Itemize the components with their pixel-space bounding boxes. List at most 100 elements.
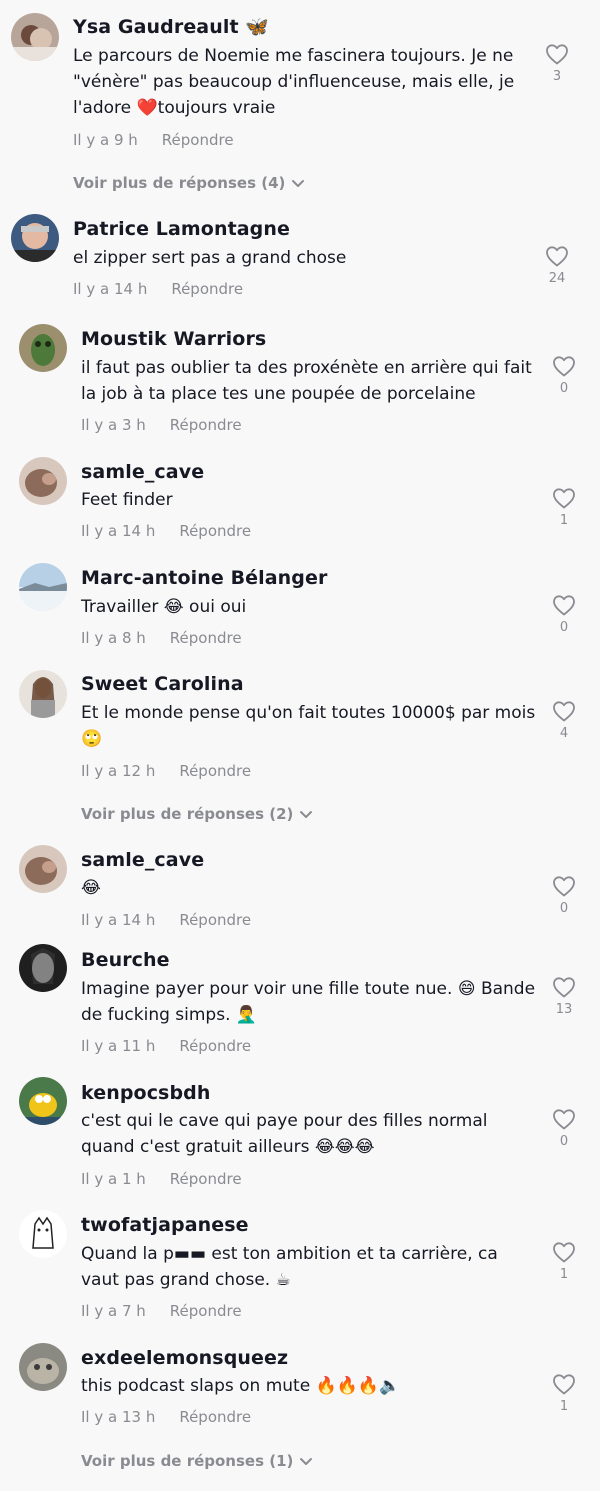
view-more-replies-label: Voir plus de réponses (4) (73, 174, 286, 192)
comment-text: c'est qui le cave qui paye pour des fill… (81, 1111, 488, 1157)
comment-username[interactable]: Marc-antoine Bélanger (81, 567, 327, 589)
like-button[interactable]: 0 (544, 594, 584, 635)
comment-time: Il y a 9 h (73, 131, 138, 149)
comment-username[interactable]: twofatjapanese (81, 1214, 249, 1236)
chevron-down-icon (300, 810, 313, 818)
like-button[interactable]: 1 (544, 1373, 584, 1414)
comment-meta: Il y a 14 h Répondre (81, 522, 251, 540)
comment-time: Il y a 13 h (81, 1408, 156, 1426)
like-count: 0 (559, 901, 569, 916)
like-count: 0 (559, 1134, 569, 1149)
comment-meta: Il y a 8 h Répondre (81, 629, 242, 647)
like-button[interactable]: 1 (544, 487, 584, 528)
comment-username[interactable]: Sweet Carolina (81, 673, 244, 695)
comment-time: Il y a 14 h (73, 280, 148, 298)
like-count: 4 (559, 726, 569, 741)
comment-text: 😂 (81, 878, 101, 898)
comment-username[interactable]: kenpocsbdh (81, 1082, 211, 1104)
comment-username[interactable]: Ysa Gaudreault 🦋 (73, 15, 269, 38)
comment-username[interactable]: exdeelemonsqueez (81, 1347, 288, 1369)
avatar[interactable] (19, 563, 67, 611)
avatar[interactable] (19, 457, 67, 505)
comment-time: Il y a 7 h (81, 1302, 146, 1320)
like-button[interactable]: 13 (544, 976, 584, 1017)
comment-text: Et le monde pense qu'on fait toutes 1000… (81, 703, 536, 749)
comment-time: Il y a 8 h (81, 629, 146, 647)
comment-meta: Il y a 11 h Répondre (81, 1037, 251, 1055)
avatar[interactable] (19, 845, 67, 893)
view-more-replies[interactable]: Voir plus de réponses (2) (81, 805, 313, 823)
heart-outline-icon (553, 1242, 575, 1263)
heart-outline-icon (553, 701, 575, 722)
comment-text: il faut pas oublier ta des proxénète en … (81, 358, 532, 404)
like-button[interactable]: 0 (544, 875, 584, 916)
comment-meta: Il y a 14 h Répondre (81, 911, 251, 929)
like-button[interactable]: 0 (544, 355, 584, 396)
comment-meta: Il y a 12 h Répondre (81, 762, 251, 780)
like-count: 1 (559, 1267, 569, 1282)
view-more-replies-label: Voir plus de réponses (2) (81, 805, 294, 823)
view-more-replies-label: Voir plus de réponses (1) (81, 1452, 294, 1470)
comment-meta: Il y a 14 h Répondre (73, 280, 243, 298)
like-count: 13 (555, 1002, 573, 1017)
like-button[interactable]: 1 (544, 1241, 584, 1282)
comment-meta: Il y a 3 h Répondre (81, 416, 242, 434)
heart-outline-icon (553, 977, 575, 998)
reply-button[interactable]: Répondre (179, 1037, 251, 1055)
like-count: 1 (559, 513, 569, 528)
like-button[interactable]: 4 (544, 700, 584, 741)
reply-button[interactable]: Répondre (179, 911, 251, 929)
heart-outline-icon (553, 488, 575, 509)
like-button[interactable]: 3 (537, 43, 577, 84)
view-more-replies[interactable]: Voir plus de réponses (1) (81, 1452, 313, 1470)
heart-outline-icon (553, 1109, 575, 1130)
comment-text: Le parcours de Noemie me fascinera toujo… (73, 46, 515, 118)
reply-button[interactable]: Répondre (170, 1302, 242, 1320)
comment-text: Quand la p▬▬ est ton ambition et ta carr… (81, 1244, 498, 1290)
comment-time: Il y a 14 h (81, 911, 156, 929)
reply-button[interactable]: Répondre (179, 522, 251, 540)
reply-button[interactable]: Répondre (171, 280, 243, 298)
reply-button[interactable]: Répondre (170, 1170, 242, 1188)
chevron-down-icon (292, 179, 305, 187)
heart-outline-icon (553, 356, 575, 377)
comment-username[interactable]: samle_cave (81, 461, 204, 483)
like-count: 0 (559, 381, 569, 396)
comment-text: Imagine payer pour voir une fille toute … (81, 979, 536, 1025)
comment-time: Il y a 14 h (81, 522, 156, 540)
avatar[interactable] (11, 13, 59, 61)
like-button[interactable]: 0 (544, 1108, 584, 1149)
heart-outline-icon (546, 44, 568, 65)
heart-outline-icon (553, 1374, 575, 1395)
reply-button[interactable]: Répondre (179, 762, 251, 780)
avatar[interactable] (19, 1077, 67, 1125)
like-button[interactable]: 24 (537, 245, 577, 286)
comment-meta: Il y a 9 h Répondre (73, 131, 234, 149)
comment-meta: Il y a 13 h Répondre (81, 1408, 251, 1426)
avatar[interactable] (19, 1210, 67, 1258)
avatar[interactable] (19, 1343, 67, 1391)
comment-username[interactable]: samle_cave (81, 849, 204, 871)
comment-text: Feet finder (81, 490, 173, 510)
avatar[interactable] (19, 670, 67, 718)
reply-button[interactable]: Répondre (170, 416, 242, 434)
comment-meta: Il y a 7 h Répondre (81, 1302, 242, 1320)
comment-time: Il y a 11 h (81, 1037, 156, 1055)
view-more-replies[interactable]: Voir plus de réponses (4) (73, 174, 305, 192)
comment-username[interactable]: Patrice Lamontagne (73, 218, 290, 240)
heart-outline-icon (553, 595, 575, 616)
comment-time: Il y a 1 h (81, 1170, 146, 1188)
avatar[interactable] (19, 944, 67, 992)
reply-button[interactable]: Répondre (170, 629, 242, 647)
like-count: 1 (559, 1399, 569, 1414)
like-count: 0 (559, 620, 569, 635)
reply-button[interactable]: Répondre (179, 1408, 251, 1426)
comment-text: el zipper sert pas a grand chose (73, 248, 347, 268)
comment-username[interactable]: Moustik Warriors (81, 328, 266, 350)
avatar[interactable] (11, 214, 59, 262)
comment-username[interactable]: Beurche (81, 949, 170, 971)
chevron-down-icon (300, 1457, 313, 1465)
avatar[interactable] (19, 324, 67, 372)
like-count: 24 (548, 271, 566, 286)
reply-button[interactable]: Répondre (162, 131, 234, 149)
